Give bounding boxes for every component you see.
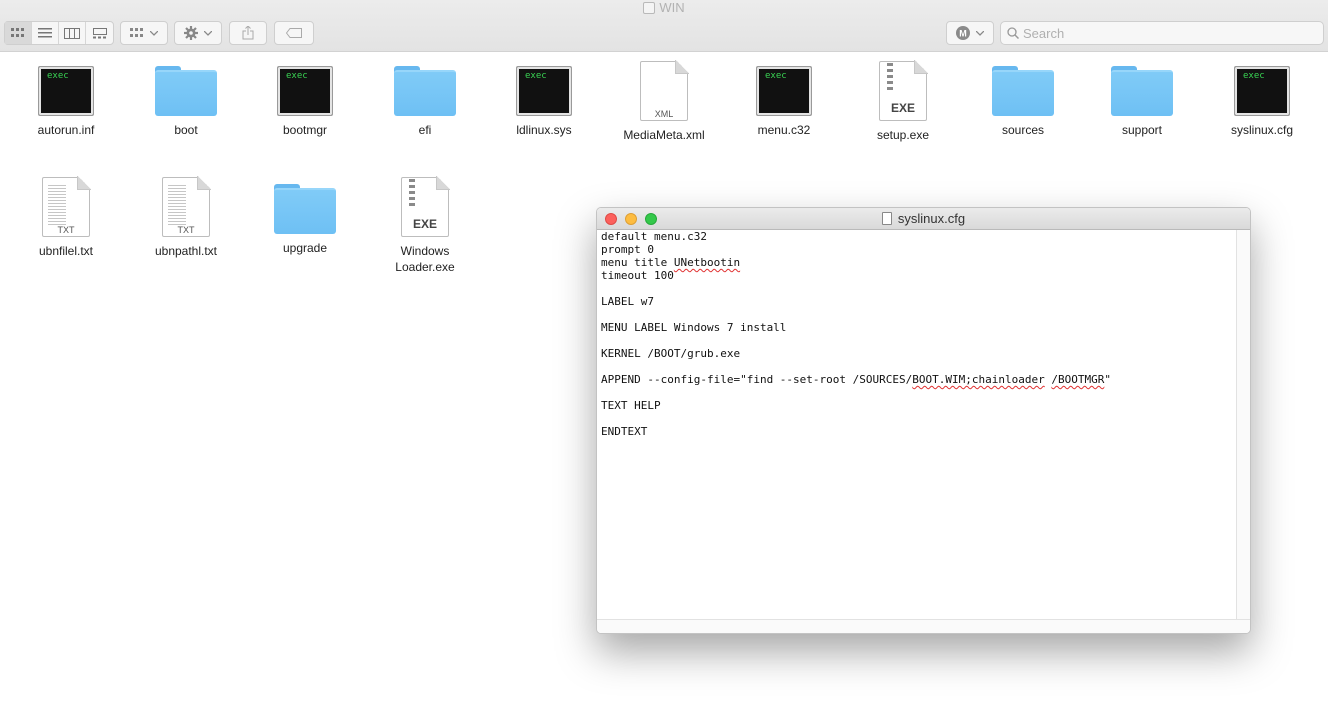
file-item-syslinux[interactable]: exec syslinux.cfg [1207,60,1317,138]
file-item-windows-loader[interactable]: EXE Windows Loader.exe [370,176,480,275]
folder-icon [394,66,456,116]
misspelled-word: BOOT.WIM;chainloader [912,373,1045,386]
list-view-button[interactable] [32,22,59,44]
svg-text:M: M [959,29,967,39]
file-item-mediameta[interactable]: XML MediaMeta.xml [609,60,719,143]
exec-file-icon: exec [277,66,333,116]
misspelled-word: /BOOTMGR [1051,373,1105,386]
vertical-scrollbar[interactable] [1236,230,1250,620]
chevron-down-icon [976,30,984,36]
file-name: autorun.inf [37,123,95,137]
exec-file-icon: exec [516,66,572,116]
grid-icon [11,28,24,37]
file-name: support [1121,123,1163,137]
text-editor-window: syslinux.cfg default menu.c32 prompt 0 m… [596,207,1251,634]
drive-icon [643,2,656,14]
file-name: setup.exe [876,128,930,142]
exec-file-icon: exec [756,66,812,116]
misspelled-word: UNetbootin [673,256,741,269]
file-item-ubnpathl[interactable]: TXT ubnpathl.txt [131,176,241,259]
horizontal-scrollbar[interactable] [597,619,1250,633]
file-name: efi [418,123,432,137]
editor-text-area[interactable]: default menu.c32 prompt 0 menu title UNe… [597,230,1237,620]
search-icon [1007,27,1019,39]
file-name: boot [174,123,198,137]
file-item-bootmgr[interactable]: exec bootmgr [250,60,360,138]
share-button[interactable] [229,21,267,45]
group-grid-icon [130,28,143,37]
file-item-setup[interactable]: EXE setup.exe [848,60,958,143]
file-item-efi[interactable]: efi [370,60,480,138]
account-icon: M [956,26,970,40]
file-item-boot[interactable]: boot [131,60,241,138]
finder-window: WIN M Search exec autorun.inf boot exec … [0,0,1328,702]
editor-title: syslinux.cfg [897,211,966,226]
exe-file-icon: EXE [401,176,450,237]
close-button[interactable] [605,213,617,225]
exec-file-icon: exec [1234,66,1290,116]
column-view-button[interactable] [59,22,86,44]
file-name: ubnfilel.txt [38,244,94,258]
file-item-ldlinux[interactable]: exec ldlinux.sys [489,60,599,138]
zoom-button[interactable] [645,213,657,225]
editor-title-bar[interactable]: syslinux.cfg [597,208,1250,230]
file-item-ubnfilel[interactable]: TXT ubnfilel.txt [11,176,121,259]
xml-document-icon: XML [640,60,689,121]
gallery-icon [92,27,107,38]
gallery-view-button[interactable] [86,22,113,44]
file-item-menu-c32[interactable]: exec menu.c32 [729,60,839,138]
share-icon [242,26,254,40]
view-mode-group [4,21,114,45]
folder-icon [155,66,217,116]
tag-icon [286,28,302,38]
editor-content[interactable]: default menu.c32 prompt 0 menu title UNe… [601,230,1233,438]
file-name: syslinux.cfg [1230,123,1294,137]
search-input[interactable] [1023,24,1313,42]
minimize-button[interactable] [625,213,637,225]
txt-document-icon: TXT [162,176,211,237]
chevron-down-icon [204,30,212,36]
icon-view-button[interactable] [5,22,32,44]
action-menu-button[interactable] [174,21,222,45]
window-title: WIN [0,0,1328,18]
group-by-button[interactable] [120,21,168,45]
file-item-autorun[interactable]: exec autorun.inf [11,60,121,138]
file-name: ldlinux.sys [516,123,572,137]
chevron-down-icon [150,30,158,36]
exe-file-icon: EXE [879,60,928,121]
tags-button[interactable] [274,21,314,45]
finder-toolbar: WIN M Search [0,0,1328,52]
file-name: menu.c32 [757,123,811,137]
document-icon [881,212,892,225]
folder-icon [992,66,1054,116]
file-name: bootmgr [282,123,328,137]
columns-icon [64,27,80,39]
account-menu-button[interactable]: M [946,21,994,45]
folder-icon [274,184,336,234]
folder-icon [1111,66,1173,116]
file-name: MediaMeta.xml [623,128,705,142]
file-name: Windows Loader.exe [395,244,455,274]
window-title-text: WIN [659,0,685,15]
file-name: upgrade [282,241,328,255]
exec-file-icon: exec [38,66,94,116]
list-icon [38,28,52,38]
file-name: sources [1001,123,1045,137]
file-name: ubnpathl.txt [154,244,218,258]
gear-icon [184,26,198,40]
file-item-upgrade[interactable]: upgrade [250,176,360,256]
txt-document-icon: TXT [42,176,91,237]
file-item-sources[interactable]: sources [968,60,1078,138]
file-item-support[interactable]: support [1087,60,1197,138]
search-field[interactable] [1000,21,1324,45]
